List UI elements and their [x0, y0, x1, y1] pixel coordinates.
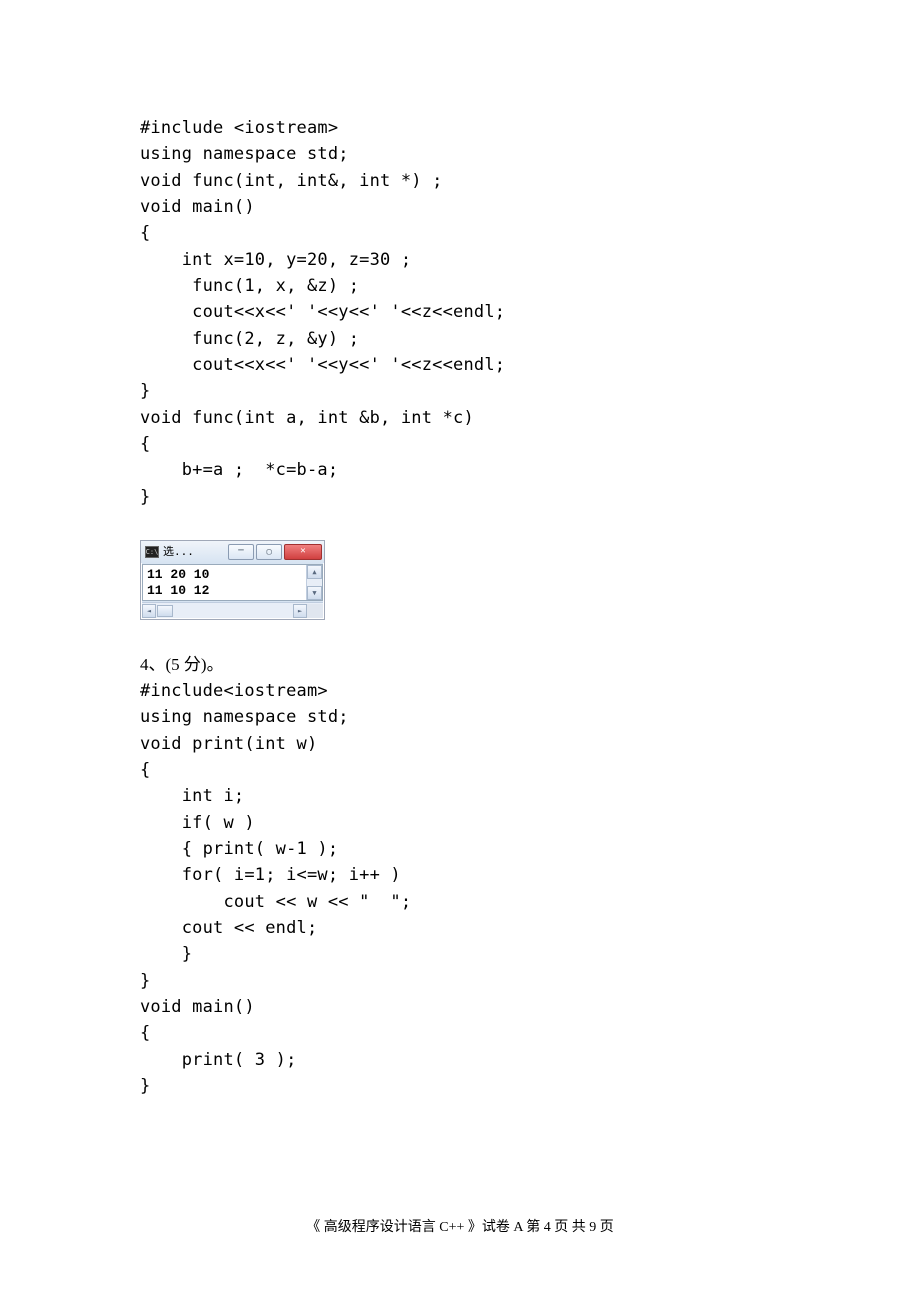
scroll-down-icon[interactable]: ▼	[307, 586, 322, 600]
scroll-thumb[interactable]	[157, 605, 173, 617]
vertical-scrollbar[interactable]: ▲ ▼	[306, 565, 322, 600]
page-footer: 《 高级程序设计语言 C++ 》试卷 A 第 4 页 共 9 页	[0, 1217, 920, 1238]
close-button[interactable]	[284, 544, 322, 560]
console-output: 11 20 10 11 10 12	[147, 567, 318, 598]
question-4: 4、(5 分)。 #include<iostream> using namesp…	[140, 652, 780, 1099]
maximize-button[interactable]	[256, 544, 282, 560]
cmd-icon: C:\	[145, 546, 159, 558]
scroll-up-icon[interactable]: ▲	[307, 565, 322, 579]
scroll-corner	[307, 604, 323, 618]
console-body: 11 20 10 11 10 12 ▲ ▼	[142, 564, 323, 601]
console-title: 选...	[161, 544, 226, 561]
minimize-button[interactable]	[228, 544, 254, 560]
scroll-right-icon[interactable]: ►	[293, 604, 307, 618]
horizontal-scrollbar[interactable]: ◄ ►	[142, 602, 323, 618]
question-heading: 4、(5 分)。	[140, 652, 780, 678]
code-block-2: #include<iostream> using namespace std; …	[140, 678, 780, 1100]
code-block-1: #include <iostream> using namespace std;…	[140, 115, 780, 510]
console-titlebar: C:\ 选...	[141, 541, 324, 563]
console-window: C:\ 选... 11 20 10 11 10 12 ▲ ▼ ◄ ►	[140, 540, 325, 620]
scroll-left-icon[interactable]: ◄	[142, 604, 156, 618]
